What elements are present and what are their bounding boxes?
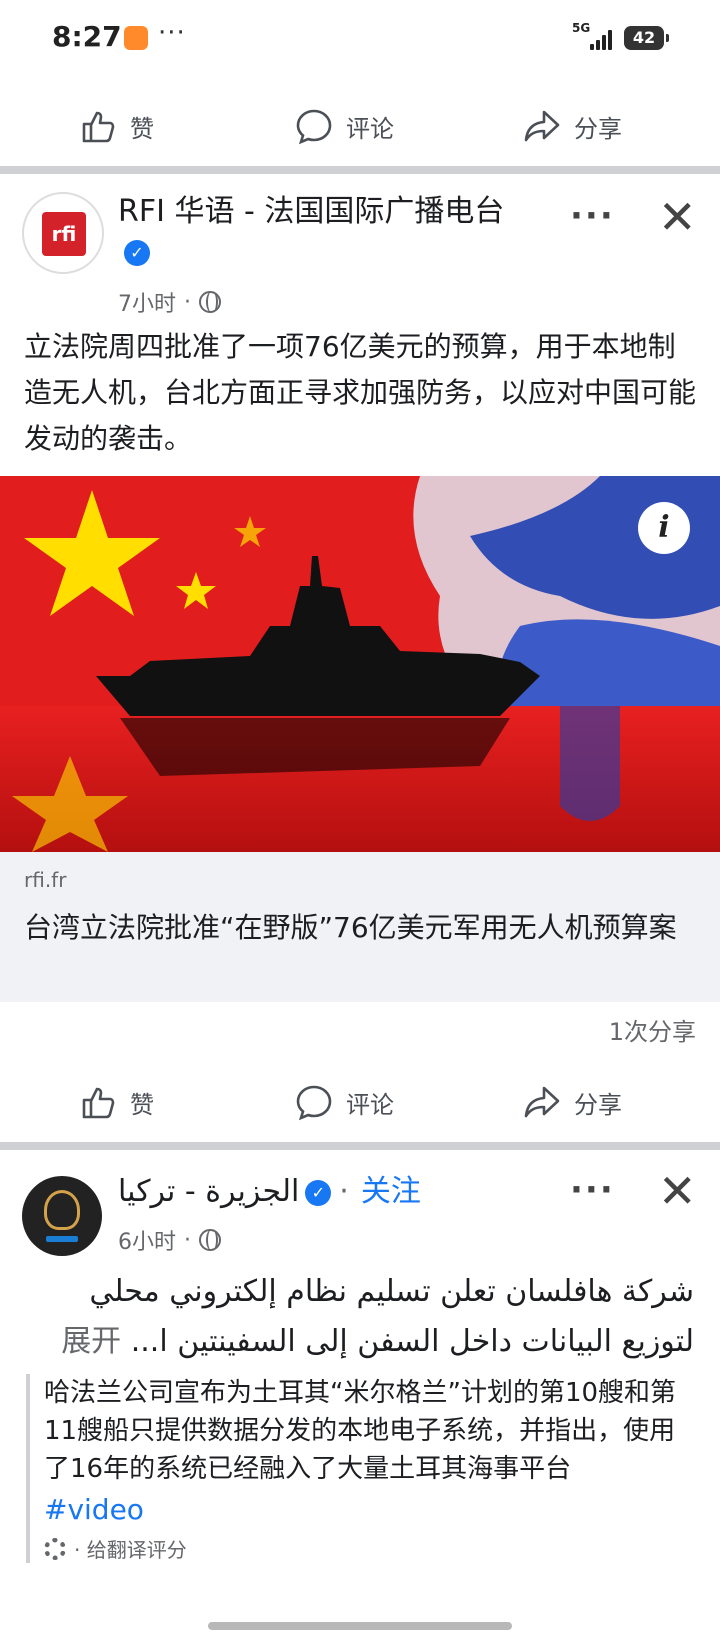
- verified-badge-icon: ✓: [124, 239, 150, 266]
- post-divider: [0, 166, 720, 174]
- signal-icon: [590, 30, 616, 50]
- verified-badge-icon: ✓: [305, 1179, 332, 1206]
- expand-link[interactable]: 展开: [61, 1324, 121, 1359]
- like-button[interactable]: 赞: [78, 1082, 154, 1122]
- post1-author-name: RFI 华语 - 法国国际广播电台: [118, 194, 505, 229]
- comment-label: 评论: [346, 1090, 394, 1119]
- share-button[interactable]: 分享: [522, 1082, 622, 1122]
- thumbs-up-icon: [82, 111, 115, 143]
- more-notifications-icon: ···: [158, 18, 186, 48]
- link-title[interactable]: 台湾立法院批准“在野版”76亿美元军用无人机预算案: [24, 906, 694, 950]
- gear-icon: [44, 1537, 66, 1560]
- close-icon[interactable]: ✕: [658, 1168, 697, 1214]
- comment-button[interactable]: 评论: [294, 106, 394, 146]
- share-button[interactable]: 分享: [522, 106, 622, 146]
- share-label: 分享: [574, 1090, 622, 1119]
- globe-icon: [199, 1229, 221, 1251]
- more-options-icon[interactable]: ···: [570, 1170, 615, 1210]
- share-icon: [524, 1086, 560, 1118]
- rfi-avatar[interactable]: rfi: [22, 192, 104, 274]
- post2-arabic-line1: شركة هافلسان تعلن تسليم نظام إلكتروني مح…: [89, 1274, 694, 1309]
- post1-time: 7小时: [118, 292, 176, 317]
- link-domain: rfi.fr: [24, 868, 67, 892]
- thumbs-up-icon: [82, 1087, 115, 1119]
- post1-meta: 7小时 ·: [118, 286, 221, 318]
- network-type: 5G: [572, 21, 591, 35]
- rate-translation[interactable]: · 给翻译评分: [44, 1534, 696, 1563]
- comment-label: 评论: [346, 114, 394, 143]
- post-divider: [0, 1142, 720, 1150]
- post2-meta: 6小时 ·: [118, 1224, 221, 1256]
- like-button[interactable]: 赞: [78, 106, 154, 146]
- more-options-icon[interactable]: ···: [570, 196, 615, 236]
- rate-translation-label: · 给翻译评分: [74, 1538, 187, 1562]
- share-icon: [524, 110, 560, 142]
- hashtag-link[interactable]: #video: [44, 1490, 696, 1530]
- post2-author-name: الجزيرة - تركيا: [118, 1174, 300, 1209]
- translation-box: 哈法兰公司宣布为土耳其“米尔格兰”计划的第10艘和第11艘船只提供数据分发的本地…: [26, 1374, 696, 1563]
- post2-time: 6小时: [118, 1230, 176, 1255]
- share-label: 分享: [574, 114, 622, 143]
- comment-icon: [296, 109, 332, 145]
- post1-text: 立法院周四批准了一项76亿美元的预算，用于本地制造无人机，台北方面正寻求加强防务…: [24, 330, 697, 455]
- info-icon[interactable]: i: [638, 502, 690, 554]
- comment-icon: [296, 1085, 332, 1121]
- like-label: 赞: [130, 114, 154, 143]
- post1-author[interactable]: RFI 华语 - 法国国际广播电台 ✓: [118, 192, 508, 272]
- follow-button[interactable]: 关注: [361, 1174, 421, 1209]
- app-notification-icon: [124, 26, 148, 50]
- translation-text: 哈法兰公司宣布为土耳其“米尔格兰”计划的第10艘和第11艘船只提供数据分发的本地…: [44, 1378, 677, 1484]
- status-bar: 8:27 ··· 5G 42: [0, 0, 720, 80]
- comment-button[interactable]: 评论: [294, 1082, 394, 1122]
- status-time: 8:27: [52, 20, 122, 53]
- globe-icon: [199, 291, 221, 313]
- close-icon[interactable]: ✕: [658, 194, 697, 240]
- post2-arabic-line2-text: لتوزيع البيانات داخل السفن إلى السفينتين…: [130, 1324, 694, 1359]
- aljazeera-logo: [44, 1190, 80, 1230]
- news-image[interactable]: [0, 476, 720, 852]
- aljazeera-avatar[interactable]: [22, 1176, 102, 1256]
- battery-icon: 42: [624, 26, 669, 50]
- like-label: 赞: [130, 1090, 154, 1119]
- rfi-logo: rfi: [42, 212, 86, 256]
- top-action-bar: 赞 评论 分享: [0, 86, 720, 166]
- post1-action-bar: 赞 评论 分享: [0, 1062, 720, 1142]
- post2-arabic-line2: لتوزيع البيانات داخل السفن إلى السفينتين…: [30, 1318, 694, 1366]
- home-indicator[interactable]: [208, 1622, 512, 1630]
- share-count[interactable]: 1次分享: [609, 1012, 696, 1047]
- aljazeera-logo-bar: [46, 1236, 78, 1242]
- news-photo-flags-warship: [0, 476, 720, 852]
- post2-author[interactable]: الجزيرة - تركيا ✓ · 关注: [118, 1172, 568, 1212]
